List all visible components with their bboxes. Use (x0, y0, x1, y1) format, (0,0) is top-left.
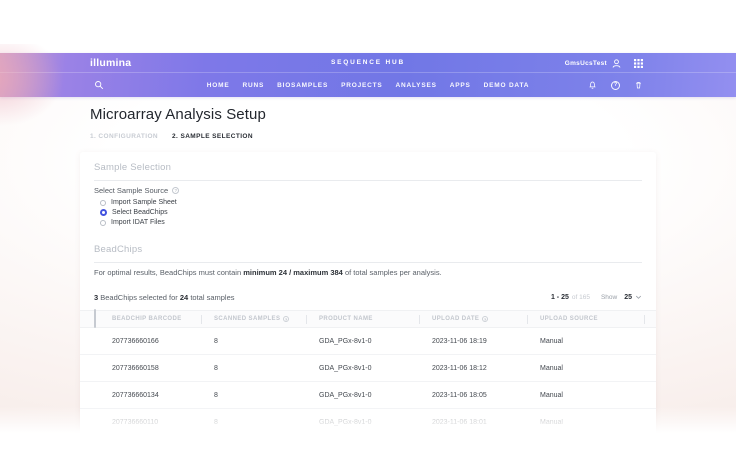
search-icon[interactable] (94, 80, 104, 90)
main-nav: HOME RUNS BIOSAMPLES PROJECTS ANALYSES A… (207, 73, 529, 97)
cell-product-name: GDA_PGx-8v1-0 (307, 419, 420, 426)
show-label: Show (601, 294, 617, 301)
user-menu[interactable]: GmsUcsTest (565, 53, 643, 73)
radio-icon-selected[interactable] (100, 209, 107, 216)
person-icon (611, 58, 622, 69)
cell-scanned-samples: 8 (202, 419, 307, 426)
cell-product-name: GDA_PGx-8v1-0 (307, 392, 420, 399)
cell-scanned-samples: 8 (202, 365, 307, 372)
divider (94, 180, 642, 181)
nav-item-runs[interactable]: RUNS (242, 82, 264, 89)
column-header-upload-source[interactable]: UPLOAD SOURCE (528, 315, 645, 324)
header-actions: ? (588, 73, 643, 97)
pagination: 1 - 25 of 165 Show 25 (551, 294, 642, 301)
trash-icon[interactable] (634, 80, 643, 90)
wizard-steps: 1. CONFIGURATION 2. SAMPLE SELECTION (90, 133, 253, 140)
table-header-row: BEADCHIP BARCODE SCANNED SAMPLES? PRODUC… (80, 310, 656, 328)
sample-selection-heading: Sample Selection (94, 162, 171, 173)
user-name: GmsUcsTest (565, 60, 607, 67)
notifications-bell-icon[interactable] (588, 80, 597, 90)
beadchips-heading: BeadChips (94, 244, 142, 255)
column-header-product-name[interactable]: PRODUCT NAME (307, 315, 420, 324)
cell-upload-date: 2023-11-06 18:19 (420, 338, 528, 345)
nav-item-biosamples[interactable]: BIOSAMPLES (277, 82, 328, 89)
page-title: Microarray Analysis Setup (90, 106, 266, 123)
divider (94, 262, 642, 263)
cell-upload-date: 2023-11-06 18:01 (420, 419, 528, 426)
header-top-bar: illumina SEQUENCE HUB GmsUcsTest (0, 53, 736, 73)
nav-item-apps[interactable]: APPS (450, 82, 471, 89)
cell-barcode: 207736660166 (112, 338, 202, 345)
nav-item-analyses[interactable]: ANALYSES (396, 82, 437, 89)
step-sample-selection[interactable]: 2. SAMPLE SELECTION (172, 133, 253, 140)
table-row-partially-visible: 207736660110 8 GDA_PGx-8v1-0 2023-11-06 … (80, 409, 656, 436)
cell-scanned-samples: 8 (202, 392, 307, 399)
step-configuration[interactable]: 1. CONFIGURATION (90, 133, 158, 140)
table-row: 207736660166 8 GDA_PGx-8v1-0 2023-11-06 … (80, 328, 656, 355)
radio-icon[interactable] (100, 220, 106, 226)
cell-product-name: GDA_PGx-8v1-0 (307, 338, 420, 345)
pagination-range: 1 - 25 (551, 294, 569, 301)
column-header-beadchip-barcode[interactable]: BEADCHIP BARCODE (112, 315, 202, 324)
sample-source-label: Select Sample Source (94, 186, 168, 195)
column-header-upload-date[interactable]: UPLOAD DATE? (420, 315, 528, 324)
radio-import-idat-files[interactable]: Import IDAT Files (100, 219, 177, 226)
cell-product-name: GDA_PGx-8v1-0 (307, 365, 420, 372)
selection-summary: 3 BeadChips selected for 24 total sample… (94, 293, 235, 302)
page-size-dropdown[interactable]: 25 (624, 294, 642, 301)
cell-upload-source: Manual (528, 338, 645, 345)
sample-source-help-icon[interactable]: ? (172, 187, 179, 194)
nav-item-home[interactable]: HOME (207, 82, 230, 89)
select-all-checkbox[interactable] (94, 309, 96, 328)
sample-source-options: Import Sample Sheet Select BeadChips Imp… (100, 199, 177, 226)
chevron-down-icon (635, 295, 642, 300)
table-row: 207736660158 8 GDA_PGx-8v1-0 2023-11-06 … (80, 355, 656, 382)
apps-grid-icon[interactable] (634, 59, 643, 68)
cell-barcode: 207736660134 (112, 392, 202, 399)
help-icon[interactable]: ? (611, 81, 620, 90)
column-header-scanned-samples[interactable]: SCANNED SAMPLES? (202, 315, 307, 324)
bottom-white-area (0, 440, 736, 475)
selection-summary-row: 3 BeadChips selected for 24 total sample… (94, 291, 642, 304)
upload-date-help-icon[interactable]: ? (482, 316, 488, 322)
radio-icon[interactable] (100, 200, 106, 206)
select-all-cell (94, 310, 112, 328)
cell-upload-date: 2023-11-06 18:05 (420, 392, 528, 399)
cell-upload-source: Manual (528, 392, 645, 399)
sample-source-label-row: Select Sample Source ? (94, 186, 179, 195)
cell-upload-source: Manual (528, 365, 645, 372)
app-header: illumina SEQUENCE HUB GmsUcsTest (0, 53, 736, 97)
beadchips-table: BEADCHIP BARCODE SCANNED SAMPLES? PRODUC… (80, 310, 656, 436)
cell-scanned-samples: 8 (202, 338, 307, 345)
pagination-total: of 165 (572, 294, 590, 301)
beadchips-note: For optimal results, BeadChips must cont… (94, 268, 442, 277)
radio-select-beadchips[interactable]: Select BeadChips (100, 209, 177, 216)
nav-item-projects[interactable]: PROJECTS (341, 82, 382, 89)
header-nav-bar: HOME RUNS BIOSAMPLES PROJECTS ANALYSES A… (0, 73, 736, 97)
content-card: Sample Selection Select Sample Source ? … (80, 152, 656, 442)
cell-upload-date: 2023-11-06 18:12 (420, 365, 528, 372)
cell-barcode: 207736660158 (112, 365, 202, 372)
cell-barcode: 207736660110 (112, 419, 202, 426)
scanned-samples-help-icon[interactable]: ? (283, 316, 289, 322)
nav-item-demo-data[interactable]: DEMO DATA (484, 82, 530, 89)
table-row: 207736660134 8 GDA_PGx-8v1-0 2023-11-06 … (80, 382, 656, 409)
cell-upload-source: Manual (528, 419, 645, 426)
radio-import-sample-sheet[interactable]: Import Sample Sheet (100, 199, 177, 206)
